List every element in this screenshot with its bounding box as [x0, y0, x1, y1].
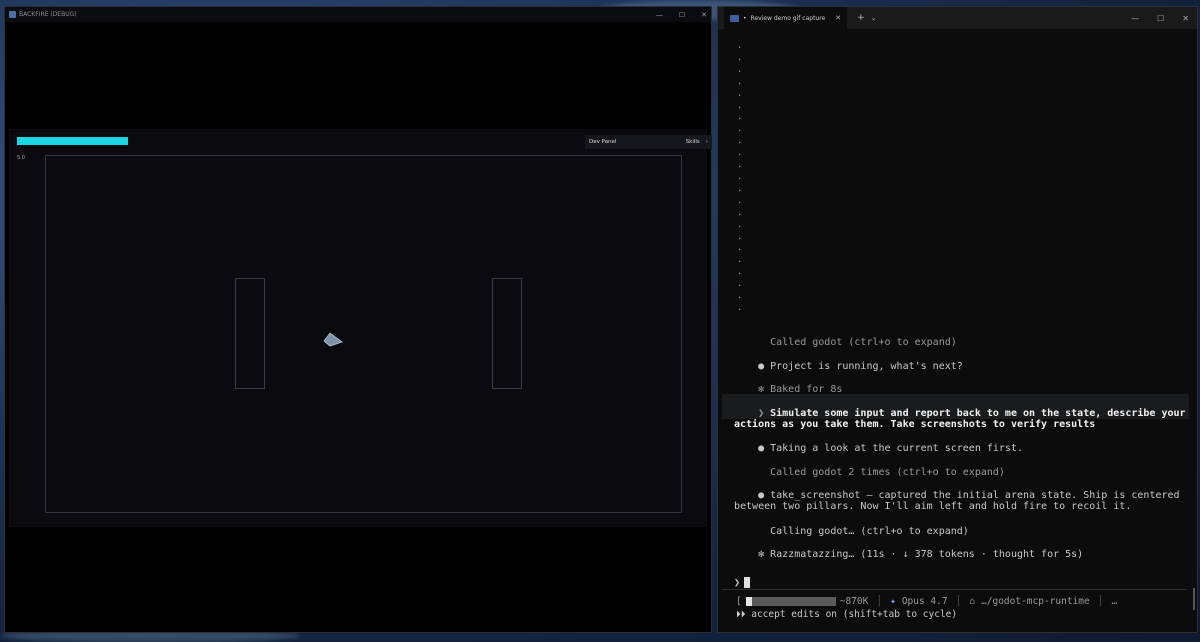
status-more: … — [1111, 596, 1118, 607]
game-titlebar[interactable]: BACKFIRE (DEBUG) — ☐ ✕ — [5, 7, 711, 22]
terminal-titlebar[interactable]: • Review demo gif capture ✕ + ⌄ — ☐ ✕ — [718, 7, 1197, 29]
tab-dropdown-icon[interactable]: ⌄ — [871, 14, 877, 22]
arena-boundary — [45, 155, 682, 513]
minimize-button[interactable]: — — [1131, 14, 1139, 23]
score-readout: 5.0 — [17, 155, 25, 161]
folder-icon: ⌂ — [969, 596, 976, 607]
working-directory: …/godot-mcp-runtime — [981, 596, 1090, 607]
status-separator: │ — [955, 596, 962, 607]
output-dot: . — [737, 243, 743, 254]
model-name: Opus 4.7 — [901, 596, 948, 607]
status-separator: │ — [1097, 596, 1104, 607]
collapsed-output-dots: ....................... — [737, 41, 745, 315]
output-dot: . — [737, 183, 743, 194]
context-tokens: ~870K — [839, 596, 869, 607]
maximize-button[interactable]: ☐ — [679, 11, 685, 19]
terminal-window: • Review demo gif capture ✕ + ⌄ — ☐ ✕ ..… — [717, 6, 1198, 633]
output-dot: . — [737, 88, 743, 99]
minimize-button[interactable]: — — [656, 11, 663, 19]
output-dot: . — [737, 124, 743, 135]
maximize-button[interactable]: ☐ — [1157, 14, 1164, 23]
output-dot: . — [737, 112, 743, 123]
output-dot: . — [737, 160, 743, 171]
context-usage-bar — [745, 597, 836, 606]
right-pillar — [492, 278, 522, 389]
output-dot: . — [737, 64, 743, 75]
close-button[interactable]: ✕ — [1182, 14, 1189, 23]
output-dot: . — [737, 148, 743, 159]
player-ship — [323, 332, 343, 347]
terminal-tab[interactable]: • Review demo gif capture ✕ — [724, 7, 848, 29]
left-pillar — [235, 278, 265, 389]
output-dot: . — [737, 195, 743, 206]
skills-chevron-icon[interactable]: › — [706, 139, 708, 145]
output-dot: . — [737, 171, 743, 182]
terminal-output[interactable]: ....................... Called godot (ct… — [718, 29, 1197, 632]
game-window-title: BACKFIRE (DEBUG) — [19, 11, 77, 18]
new-tab-button[interactable]: + — [857, 13, 865, 23]
spinner-status-line: ✻ Razzmatazzing… (11s · ↓ 378 tokens · th… — [758, 548, 1084, 560]
close-button[interactable]: ✕ — [701, 11, 707, 19]
output-dot: . — [737, 267, 743, 278]
output-dot: . — [737, 41, 743, 51]
output-dot: . — [737, 100, 743, 111]
prompt-input[interactable]: ❯ — [734, 577, 751, 589]
output-dot: . — [737, 136, 743, 147]
godot-app-icon — [9, 11, 16, 18]
accept-edits-mode: ⏵⏵ accept edits on (shift+tab to cycle) — [736, 609, 958, 620]
tab-title: Review demo gif capture — [750, 14, 826, 22]
terminal-icon — [730, 14, 739, 22]
status-bar: [ ~870K │ ✦ Opus 4.7 │ ⌂ …/godot-mcp-runtim… — [736, 596, 1117, 607]
output-dot: . — [737, 279, 743, 290]
output-dot: . — [737, 231, 743, 242]
status-separator: │ — [876, 596, 883, 607]
context-bracket: [ — [736, 596, 742, 607]
output-dot: . — [737, 302, 743, 313]
tab-close-icon[interactable]: ✕ — [835, 14, 841, 22]
output-dot: . — [737, 76, 743, 87]
model-icon: ✦ — [890, 596, 896, 607]
text-cursor — [744, 577, 751, 588]
output-dot: . — [737, 52, 743, 63]
dev-panel-title: Dev Panel — [589, 139, 617, 145]
prompt-symbol: ❯ — [734, 577, 741, 589]
game-viewport[interactable]: Dev Panel Skills › 5.0 — [9, 129, 712, 527]
output-dot: . — [737, 207, 743, 218]
output-dot: . — [737, 219, 743, 230]
player-health-bar — [17, 137, 128, 145]
status-divider — [722, 589, 1187, 590]
game-window: BACKFIRE (DEBUG) — ☐ ✕ Dev Panel Skills … — [4, 6, 712, 633]
scrollbar[interactable] — [1193, 588, 1195, 610]
skills-button[interactable]: Skills — [686, 139, 700, 145]
output-dot: . — [737, 291, 743, 302]
dev-panel[interactable]: Dev Panel Skills › — [585, 135, 712, 149]
output-dot: . — [737, 255, 743, 266]
tab-activity-dot: • — [743, 14, 747, 22]
